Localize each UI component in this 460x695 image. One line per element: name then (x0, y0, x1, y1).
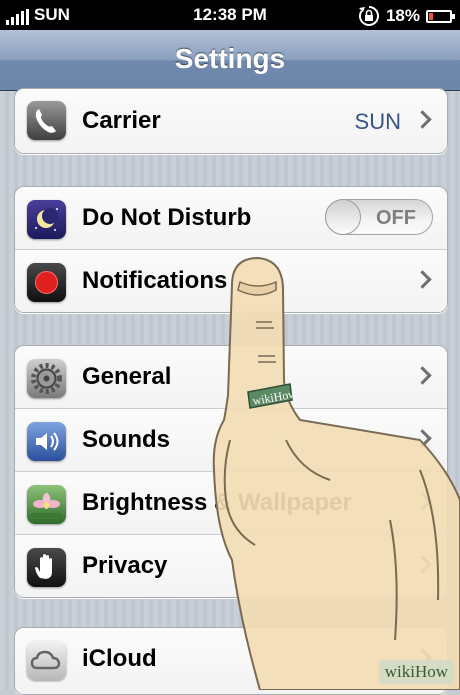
cell-do-not-disturb: Do Not Disturb OFF (15, 187, 447, 250)
cell-carrier[interactable]: Carrier SUN (15, 89, 447, 153)
wikihow-watermark: wikiHow (378, 660, 454, 684)
cell-dnd-label: Do Not Disturb (82, 204, 252, 231)
chevron-right-icon (413, 492, 432, 511)
chevron-right-icon (413, 429, 432, 448)
group-general: General Sounds Brightness & Wallpaper Pr… (14, 345, 448, 598)
phone-icon (27, 101, 66, 140)
dnd-toggle[interactable]: OFF (325, 199, 433, 235)
hand-icon (27, 548, 66, 587)
chevron-right-icon (413, 555, 432, 574)
toggle-state-text: OFF (376, 207, 416, 229)
chevron-right-icon (413, 270, 432, 289)
chevron-right-icon (413, 366, 432, 385)
cloud-icon (27, 641, 66, 680)
cell-carrier-label: Carrier (82, 107, 161, 134)
battery-icon (426, 9, 455, 23)
cell-notifications[interactable]: Notifications (15, 250, 447, 312)
chevron-right-icon (413, 110, 432, 129)
cell-general-label: General (82, 363, 172, 390)
rotation-lock-icon (358, 6, 379, 26)
cell-brightness-wallpaper[interactable]: Brightness & Wallpaper (15, 472, 447, 535)
moon-icon (27, 200, 66, 239)
status-bar: SUN 12:38 PM 18% (0, 0, 460, 30)
gear-icon (27, 359, 66, 398)
cell-carrier-value: SUN (354, 109, 401, 134)
cell-brightness-label: Brightness & Wallpaper (82, 489, 352, 516)
cell-icloud-label: iCloud (82, 645, 157, 672)
cell-privacy-label: Privacy (82, 552, 168, 579)
cell-sounds-label: Sounds (82, 426, 170, 453)
battery-percent: 18% (385, 6, 420, 25)
notifications-icon (27, 263, 66, 302)
cell-privacy[interactable]: Privacy (15, 535, 447, 597)
cell-general[interactable]: General (15, 346, 447, 409)
cell-sounds[interactable]: Sounds (15, 409, 447, 472)
nav-bar: Settings (0, 30, 460, 91)
group-dnd-notifications: Do Not Disturb OFF Notifications (14, 186, 448, 313)
page-title: Settings (174, 43, 286, 74)
toggle-knob (325, 199, 361, 235)
group-carrier: Carrier SUN (14, 88, 448, 154)
flower-icon (27, 485, 66, 524)
cell-notifications-label: Notifications (82, 267, 228, 294)
speaker-icon (27, 422, 66, 461)
